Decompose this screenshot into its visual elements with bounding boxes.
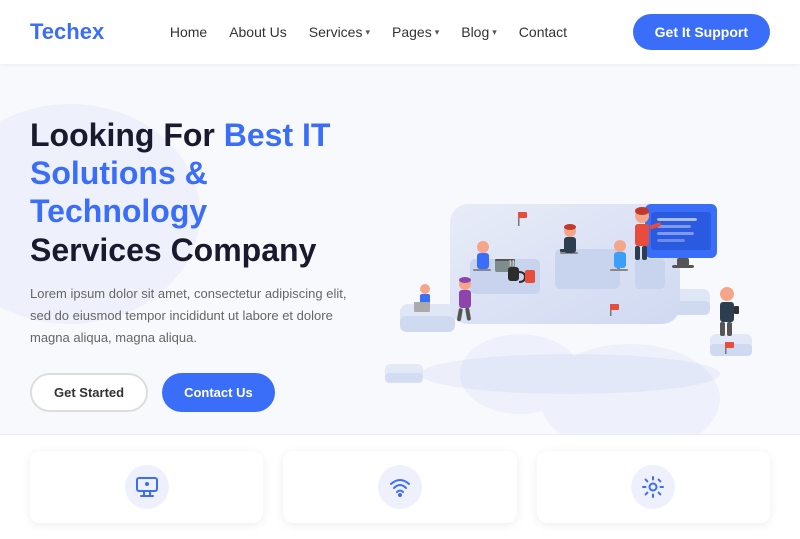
card-icon-3 [631, 465, 675, 509]
logo-prefix: Tech [30, 19, 80, 44]
hero-title: Looking For Best ITSolutions & Technolog… [30, 116, 370, 270]
hero-section: Looking For Best ITSolutions & Technolog… [0, 64, 800, 434]
card-icon-1 [125, 465, 169, 509]
nav-item-contact[interactable]: Contact [519, 24, 567, 40]
card-icon-2 [378, 465, 422, 509]
support-button[interactable]: Get It Support [633, 14, 770, 50]
hero-illustration [370, 94, 770, 434]
card-3 [537, 451, 770, 523]
get-started-button[interactable]: Get Started [30, 373, 148, 412]
gear-icon [640, 474, 666, 500]
bottom-cards-section [0, 434, 800, 539]
logo-suffix: ex [80, 19, 104, 44]
isometric-illustration [370, 94, 770, 414]
card-2 [283, 451, 516, 523]
monitor-icon [134, 474, 160, 500]
nav-link-blog[interactable]: Blog ▾ [461, 24, 497, 40]
nav-menu: Home About Us Services ▾ Pages ▾ Blog ▾ … [170, 24, 567, 40]
nav-item-home[interactable]: Home [170, 24, 207, 40]
nav-link-home[interactable]: Home [170, 24, 207, 40]
hero-buttons: Get Started Contact Us [30, 373, 370, 412]
nav-item-blog[interactable]: Blog ▾ [461, 24, 497, 40]
nav-item-services[interactable]: Services ▾ [309, 24, 370, 40]
nav-link-services[interactable]: Services ▾ [309, 24, 370, 40]
chevron-down-icon: ▾ [492, 27, 497, 38]
wifi-icon [387, 474, 413, 500]
hero-description: Lorem ipsum dolor sit amet, consectetur … [30, 283, 350, 349]
nav-item-about[interactable]: About Us [229, 24, 287, 40]
chevron-down-icon: ▾ [435, 27, 440, 38]
hero-title-plain: Looking For [30, 117, 224, 153]
nav-link-pages[interactable]: Pages ▾ [392, 24, 439, 40]
hero-text: Looking For Best ITSolutions & Technolog… [30, 116, 370, 413]
hero-title-end: Services Company [30, 232, 316, 268]
contact-us-button[interactable]: Contact Us [162, 373, 275, 412]
card-1 [30, 451, 263, 523]
chevron-down-icon: ▾ [365, 27, 370, 38]
nav-item-pages[interactable]: Pages ▾ [392, 24, 439, 40]
logo: Techex [30, 19, 104, 45]
nav-link-contact[interactable]: Contact [519, 24, 567, 40]
navbar: Techex Home About Us Services ▾ Pages ▾ … [0, 0, 800, 64]
nav-link-about[interactable]: About Us [229, 24, 287, 40]
